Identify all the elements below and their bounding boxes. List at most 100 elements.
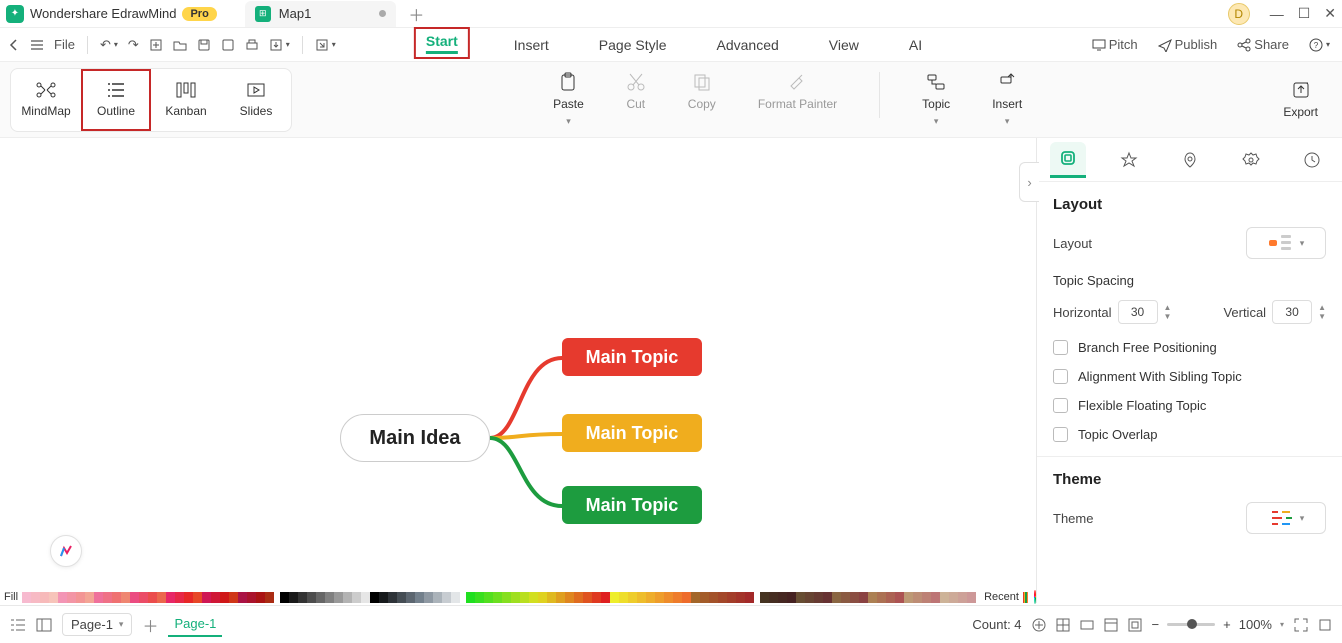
paste-button[interactable]: Paste▾ [553,72,584,127]
color-swatch[interactable] [529,592,538,603]
color-swatch[interactable] [760,592,769,603]
outline-toggle-icon[interactable] [10,618,26,632]
color-swatch[interactable] [886,592,895,603]
color-swatch[interactable] [211,592,220,603]
color-swatch[interactable] [832,592,841,603]
color-swatch[interactable] [646,592,655,603]
assistant-button[interactable] [50,535,82,567]
color-picker-button[interactable] [1034,590,1036,604]
save-button[interactable] [197,38,211,52]
panel-tab-settings[interactable] [1233,142,1269,178]
color-swatch[interactable] [859,592,868,603]
color-swatch[interactable] [415,592,424,603]
color-swatch[interactable] [574,592,583,603]
color-swatch[interactable] [868,592,877,603]
color-swatch[interactable] [379,592,388,603]
save-as-button[interactable] [221,38,235,52]
color-swatch[interactable] [814,592,823,603]
color-swatch[interactable] [796,592,805,603]
color-swatch[interactable] [433,592,442,603]
color-swatch[interactable] [184,592,193,603]
checkbox-flexible-floating[interactable]: Flexible Floating Topic [1053,398,1326,413]
color-swatch[interactable] [112,592,121,603]
print-button[interactable] [245,38,259,52]
color-swatch[interactable] [601,592,610,603]
tab-pagestyle[interactable]: Page Style [593,31,673,59]
import-button[interactable]: ▾ [315,38,336,52]
color-swatch[interactable] [166,592,175,603]
color-swatch[interactable] [31,592,40,603]
color-swatch[interactable] [628,592,637,603]
color-swatch[interactable] [682,592,691,603]
color-swatch[interactable] [895,592,904,603]
color-swatch[interactable] [85,592,94,603]
color-swatch[interactable] [823,592,832,603]
color-swatch[interactable] [850,592,859,603]
fullscreen-button[interactable] [1294,618,1308,632]
zoom-dropdown[interactable]: ▾ [1280,620,1284,629]
theme-selector[interactable]: ▾ [1246,502,1326,534]
color-swatch[interactable] [967,592,976,603]
tab-insert[interactable]: Insert [508,31,555,59]
color-swatch[interactable] [175,592,184,603]
main-idea-node[interactable]: Main Idea [340,414,490,462]
page-tab[interactable]: Page-1 [168,612,222,637]
horizontal-spinner[interactable]: ▲▼ [1164,304,1172,320]
color-swatch[interactable] [502,592,511,603]
zoom-in-button[interactable]: + [1223,617,1231,632]
color-swatch[interactable] [691,592,700,603]
recent-color[interactable] [1027,592,1028,603]
vertical-value[interactable]: 30 [1272,300,1312,324]
zoom-slider[interactable] [1167,623,1215,626]
color-swatch[interactable] [700,592,709,603]
color-swatch[interactable] [538,592,547,603]
sb-icon-1[interactable] [1032,618,1046,632]
color-swatch[interactable] [220,592,229,603]
color-swatch[interactable] [397,592,406,603]
new-button[interactable] [149,38,163,52]
pitch-button[interactable]: Pitch [1092,37,1138,52]
color-swatch[interactable] [745,592,754,603]
panel-tab-history[interactable] [1294,142,1330,178]
menu-icon[interactable] [30,38,44,52]
color-swatch[interactable] [121,592,130,603]
document-tab[interactable]: ⊞ Map1 [245,1,397,27]
color-swatch[interactable] [130,592,139,603]
topic-node-3[interactable]: Main Topic [562,486,702,524]
zoom-out-button[interactable]: − [1152,617,1160,632]
color-swatch[interactable] [67,592,76,603]
color-swatch[interactable] [148,592,157,603]
color-swatch[interactable] [442,592,451,603]
maximize-button[interactable]: ☐ [1298,5,1311,22]
undo-button[interactable]: ↶ ▾ [100,37,118,53]
color-swatch[interactable] [334,592,343,603]
color-swatch[interactable] [40,592,49,603]
color-swatch[interactable] [466,592,475,603]
color-swatch[interactable] [475,592,484,603]
sb-icon-3[interactable] [1080,618,1094,632]
add-page-button[interactable]: ＋ [142,613,158,637]
color-swatch[interactable] [388,592,397,603]
color-swatch[interactable] [736,592,745,603]
color-swatch[interactable] [592,592,601,603]
color-swatch[interactable] [949,592,958,603]
color-swatch[interactable] [769,592,778,603]
color-swatch[interactable] [610,592,619,603]
panel-tab-style[interactable] [1111,142,1147,178]
topic-button[interactable]: Topic▾ [922,72,950,127]
color-swatch[interactable] [94,592,103,603]
color-swatch[interactable] [424,592,433,603]
color-swatch[interactable] [565,592,574,603]
view-slides[interactable]: Slides [221,69,291,131]
tab-view[interactable]: View [823,31,865,59]
color-swatch[interactable] [619,592,628,603]
color-swatch[interactable] [352,592,361,603]
page-selector[interactable]: Page-1 ▾ [62,613,132,636]
export-button[interactable]: Export [1283,80,1332,119]
cut-button[interactable]: Cut [626,72,646,127]
color-swatch[interactable] [709,592,718,603]
tab-ai[interactable]: AI [903,31,928,59]
color-swatch[interactable] [931,592,940,603]
color-swatch[interactable] [904,592,913,603]
color-swatch[interactable] [229,592,238,603]
